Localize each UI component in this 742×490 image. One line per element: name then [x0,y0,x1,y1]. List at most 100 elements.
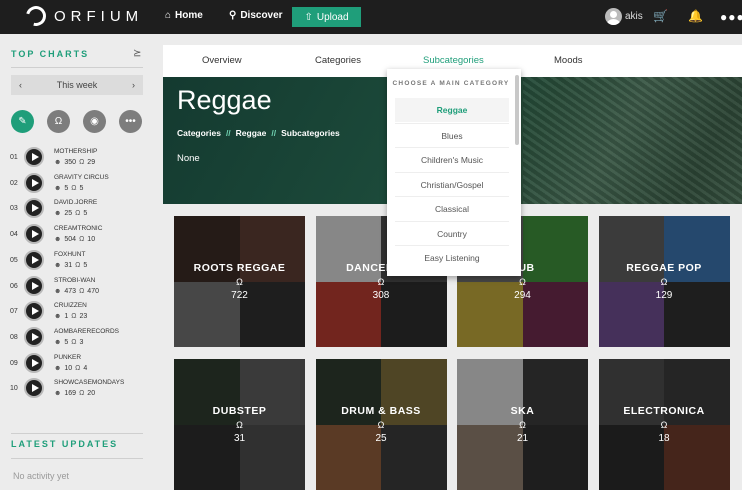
plays-count: 23 [79,313,88,321]
chart-artist[interactable]: STROBI-WAN [54,277,95,284]
no-activity-text: No activity yet [13,471,70,481]
nav-home-label: Home [175,10,203,21]
play-icon[interactable] [24,147,44,167]
logo-text: ORFIUM [54,7,144,25]
chart-artist[interactable]: MOTHERSHIP [54,148,97,155]
dropdown-heading: CHOOSE A MAIN CATEGORY [392,80,510,87]
followers-icon: ☻ [54,210,62,218]
filter-disc-button[interactable]: ◉ [83,110,106,133]
bell-icon[interactable]: 🔔 [688,9,703,23]
subcategory-card[interactable]: DUBSTEP Ω 31 [174,359,305,490]
chart-artist[interactable]: SHOWCASEMONDAYS [54,379,124,386]
tab-subcategories[interactable]: Subcategories [423,55,484,66]
chart-rank: 05 [10,256,18,264]
chart-row[interactable]: 02 GRAVITY CIRCUS ☻ 5 Ω 5 [10,172,150,196]
dropdown-item[interactable]: Country [395,220,509,245]
chart-artist[interactable]: CREAMTRONIC [54,225,102,232]
dropdown-item[interactable]: Easy Listening [395,245,509,269]
dropdown-item[interactable]: Children's Music [395,147,509,171]
followers-count: 25 [64,210,73,218]
filter-more-button[interactable]: ••• [119,110,142,133]
subcategory-card[interactable]: ELECTRONICA Ω 18 [598,359,730,490]
plays-count: 29 [87,159,96,166]
chart-row[interactable]: 01 MOTHERSHIP ☻ 350 Ω 29 [10,146,150,170]
more-icon: ••• [125,116,136,127]
chart-stats: ☻ 169 Ω 20 [54,390,95,397]
chart-artist[interactable]: CRUIZZEN [54,302,87,309]
breadcrumb-separator: // [271,128,277,138]
chart-row[interactable]: 03 DAVID.JORRE ☻ 25 Ω 5 [10,197,150,221]
card-title: ELECTRONICA [623,405,705,417]
plays-count: 3 [79,338,84,346]
breadcrumb-reggae[interactable]: Reggae [236,128,267,138]
share-icon[interactable]: ⪰ [133,48,141,59]
tab-moods[interactable]: Moods [554,55,583,66]
chart-stats: ☻ 25 Ω 5 [54,210,87,217]
more-icon[interactable]: ●●● [720,10,742,24]
chart-stats: ☻ 504 Ω 10 [54,236,95,243]
headphones-icon: Ω [75,210,81,218]
chart-row[interactable]: 04 CREAMTRONIC ☻ 504 Ω 10 [10,223,150,247]
chevron-left-icon[interactable]: ‹ [19,80,22,90]
chart-artist[interactable]: FOXHUNT [54,251,85,258]
filter-headphones-button[interactable]: Ω [47,110,70,133]
play-icon[interactable] [24,198,44,219]
breadcrumb-categories[interactable]: Categories [177,128,221,138]
plays-count: 20 [87,390,96,398]
play-icon[interactable] [24,378,44,399]
avatar[interactable] [605,8,622,25]
subcategory-card[interactable]: SKA Ω 21 [457,359,588,490]
play-icon[interactable] [24,352,44,373]
headphones-icon: Ω [236,277,243,287]
sidebar: TOP CHARTS ⪰ ‹ This week › ✎ Ω ◉ ••• 01 M… [0,34,163,490]
play-icon[interactable] [24,326,44,347]
tab-overview[interactable]: Overview [202,55,242,66]
tab-categories[interactable]: Categories [315,55,361,66]
dropdown-item[interactable]: Blues [395,122,509,147]
plays-count: 5 [79,184,84,192]
orfium-logo[interactable]: ORFIUM [22,2,144,30]
play-icon[interactable] [24,224,44,245]
hero-background [523,77,742,204]
chart-row[interactable]: 10 SHOWCASEMONDAYS ☻ 169 Ω 20 [10,377,150,401]
chart-artist[interactable]: AOMBARERECORDS [54,328,119,335]
chart-row[interactable]: 05 FOXHUNT ☻ 31 Ω 5 [10,249,150,273]
chart-artist[interactable]: PUNKER [54,354,81,361]
dropdown-item[interactable]: Reggae [395,98,509,122]
nav-discover[interactable]: ⚲ Discover [229,10,283,21]
plays-count: 5 [83,210,88,218]
play-icon[interactable] [24,249,44,270]
play-icon[interactable] [24,172,44,193]
nav-home[interactable]: ⌂ Home [165,10,203,21]
play-icon[interactable] [24,275,44,296]
nav-discover-label: Discover [240,10,283,21]
plays-count: 4 [83,364,88,372]
breadcrumb-separator: // [225,128,231,138]
subcategory-card[interactable]: ROOTS REGGAE Ω 722 [174,216,305,347]
chart-row[interactable]: 06 STROBI-WAN ☻ 473 Ω 470 [10,275,150,299]
dropdown-item[interactable]: Christian/Gospel [395,171,509,196]
play-icon[interactable] [24,301,44,322]
subcategory-card[interactable]: DRUM & BASS Ω 25 [315,359,447,490]
chart-artist[interactable]: GRAVITY CIRCUS [54,174,109,181]
headphones-icon: Ω [660,277,668,287]
username[interactable]: akis [625,11,643,22]
chart-rank: 06 [10,282,18,290]
cart-icon[interactable]: 🛒 [653,9,668,23]
breadcrumb-subcategories[interactable]: Subcategories [281,128,340,138]
chart-row[interactable]: 09 PUNKER ☻ 10 Ω 4 [10,352,150,376]
dropdown-item[interactable]: Classical [395,196,509,220]
upload-button[interactable]: ⇧ Upload [292,7,361,27]
chart-row[interactable]: 07 CRUIZZEN ☻ 1 Ω 23 [10,300,150,324]
chart-row[interactable]: 08 AOMBARERECORDS ☻ 5 Ω 3 [10,326,150,350]
subcategory-card[interactable]: REGGAE POP Ω 129 [598,216,730,347]
chevron-right-icon[interactable]: › [132,80,135,90]
chart-stats: ☻ 5 Ω 3 [54,339,83,346]
chart-artist[interactable]: DAVID.JORRE [54,199,97,206]
followers-icon: ☻ [54,313,62,321]
period-label: This week [56,80,98,90]
dropdown-scrollbar[interactable] [515,75,519,145]
filter-mic-button[interactable]: ✎ [11,110,34,133]
headphones-icon: Ω [79,159,85,166]
card-count: 31 [233,433,246,444]
